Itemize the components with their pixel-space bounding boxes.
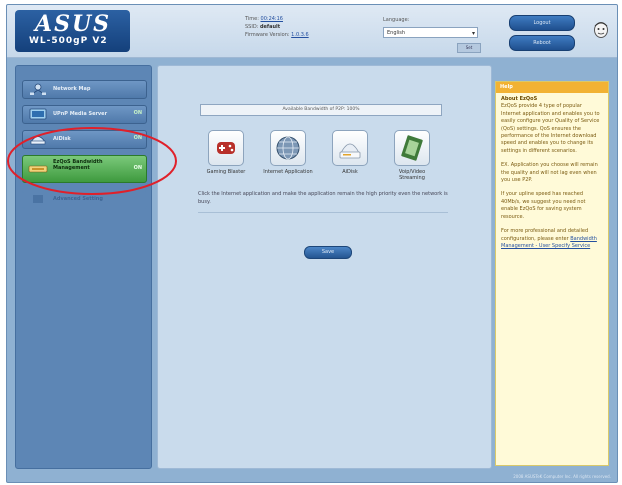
save-button[interactable]: Save [304, 246, 352, 259]
highlight-ellipse [7, 127, 177, 195]
header-bar: ASUS WL-500gP V2 Time: 00:24:16 SSID: de… [7, 5, 617, 58]
app-voip-video-streaming[interactable]: Voip/Video Streaming [387, 130, 437, 181]
firmware-label: Firmware Version: [245, 32, 290, 38]
ssid-value: default [259, 24, 281, 30]
router-admin-window: ASUS WL-500gP V2 Time: 00:24:16 SSID: de… [6, 4, 618, 483]
status-badge: ON [133, 110, 142, 116]
help-paragraph: If your upline speed has reached 40Mb/s,… [501, 191, 586, 220]
help-title: About EzQoS [501, 96, 538, 102]
help-paragraph: EzQoS provide 4 type of popular Internet… [501, 103, 600, 154]
asus-logo[interactable]: ASUS WL-500gP V2 [15, 10, 130, 52]
reboot-button[interactable]: Reboot [509, 35, 575, 51]
system-info: Time: 00:24:16 SSID: default Firmware Ve… [245, 15, 309, 39]
app-tile[interactable] [394, 130, 430, 166]
globe-icon [276, 136, 300, 160]
app-aidisk[interactable]: AiDisk [325, 130, 375, 175]
sidebar-item-network-map[interactable]: Network Map [22, 80, 147, 99]
bandwidth-status: Available Bandwidth of P2P: 100% [200, 104, 442, 116]
language-set-button[interactable]: Set [457, 43, 481, 53]
app-name: Internet Application [263, 169, 313, 175]
app-tile[interactable] [208, 130, 244, 166]
sidebar-item-upnp-media-server[interactable]: UPnP Media Server ON [22, 105, 147, 124]
main-panel: Available Bandwidth of P2P: 100% Gaming … [157, 65, 492, 469]
media-server-icon [29, 108, 47, 120]
film-icon [401, 135, 423, 161]
model-name: WL-500gP V2 [29, 36, 108, 46]
help-paragraph: EX. Application you choose will remain t… [501, 162, 598, 184]
logout-button[interactable]: Logout [509, 15, 575, 31]
disk-icon [339, 143, 361, 159]
ssid-label: SSID: [245, 24, 259, 30]
help-panel: Help About EzQoS EzQoS provide 4 type of… [495, 81, 609, 466]
help-body: About EzQoS EzQoS provide 4 type of popu… [496, 93, 608, 260]
firmware-value[interactable]: 1.0.3.6 [291, 32, 309, 38]
gamepad-icon [217, 142, 235, 154]
user-face-icon [594, 22, 608, 38]
app-name: Gaming Blaster [206, 169, 246, 175]
language-select[interactable]: English ▾ [383, 27, 478, 38]
help-paragraph: For more professional and detailed confi… [501, 228, 603, 250]
app-name: Voip/Video Streaming [398, 169, 426, 181]
app-name: AiDisk [342, 169, 358, 175]
time-label: Time: [245, 16, 259, 22]
sidebar-item-label: UPnP Media Server [53, 111, 108, 117]
language-label: Language: [383, 17, 410, 23]
language-value: English [387, 30, 406, 36]
app-internet-application[interactable]: Internet Application [263, 130, 313, 175]
copyright: 2008 ASUSTeK Computer Inc. All rights re… [513, 474, 611, 479]
network-map-icon [30, 83, 46, 95]
instruction-text: Click the Internet application and make … [198, 191, 448, 205]
divider [198, 212, 448, 213]
app-gaming-blaster[interactable]: Gaming Blaster [201, 130, 251, 175]
sidebar-item-label: Network Map [53, 86, 91, 92]
help-header: Help [496, 82, 608, 93]
time-value[interactable]: 00:24:16 [261, 16, 283, 22]
app-tile[interactable] [332, 130, 368, 166]
chevron-down-icon: ▾ [471, 30, 475, 37]
app-tile[interactable] [270, 130, 306, 166]
logo-text: ASUS [35, 11, 112, 37]
